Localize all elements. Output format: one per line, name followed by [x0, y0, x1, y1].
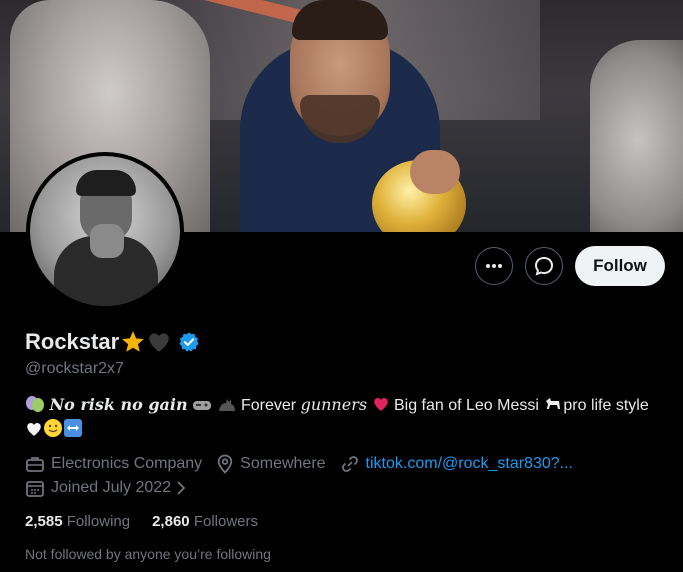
- left-right-arrow-emoji-icon: [64, 419, 82, 437]
- bio: 𝑵𝒐 𝒓𝒊𝒔𝒌 𝒏𝒐 𝒈𝒂𝒊𝒏 Forever 𝑔𝑢𝑛𝑛𝑒𝑟𝑠 Big fan …: [25, 393, 665, 443]
- followers-count: 2,860: [152, 513, 190, 530]
- banner-person-hair: [292, 0, 388, 40]
- more-button[interactable]: [475, 247, 513, 285]
- link-icon: [341, 456, 358, 472]
- display-name: Rockstar: [25, 329, 120, 354]
- bio-motto: 𝑵𝒐 𝒓𝒊𝒔𝒌 𝒏𝒐 𝒈𝒂𝒊𝒏: [49, 395, 188, 414]
- meta-location: Somewhere: [216, 454, 326, 474]
- star-emoji-icon: [122, 331, 144, 352]
- handle: @rockstar2x7: [25, 360, 124, 377]
- verified-badge-icon[interactable]: [178, 331, 200, 353]
- location-pin-icon: [217, 454, 233, 474]
- calendar-icon: [26, 481, 44, 497]
- black-heart-emoji-icon: [149, 333, 169, 352]
- followers-link[interactable]: 2,860 Followers: [152, 513, 258, 530]
- follow-stats: 2,585 Following 2,860 Followers: [25, 513, 280, 530]
- avatar-image: [30, 156, 180, 306]
- profile-link[interactable]: tiktok.com/@rock_star830?...: [366, 455, 573, 473]
- bio-text-messi: Big fan of Leo Messi: [389, 397, 544, 414]
- meta-joined[interactable]: Joined July 2022: [25, 479, 193, 497]
- avatar[interactable]: [26, 152, 184, 310]
- meta-link[interactable]: tiktok.com/@rock_star830?...: [340, 455, 573, 473]
- banner-seat-right: [590, 40, 683, 232]
- bio-text-forever: Forever: [241, 397, 301, 414]
- theater-masks-emoji-icon: [26, 396, 44, 412]
- following-link[interactable]: 2,585 Following: [25, 513, 130, 530]
- message-button[interactable]: [525, 247, 563, 285]
- chevron-right-icon: [177, 481, 186, 495]
- following-count: 2,585: [25, 513, 63, 530]
- banner-hand: [410, 150, 460, 194]
- avatar-hair: [76, 170, 136, 196]
- followers-label: Followers: [193, 513, 258, 530]
- display-name-row: Rockstar: [25, 327, 200, 357]
- following-label: Following: [66, 513, 131, 530]
- not-followed-note: Not followed by anyone you’re following: [25, 546, 271, 562]
- red-heart-emoji-icon: [373, 398, 388, 411]
- follow-button[interactable]: Follow: [575, 246, 665, 286]
- message-icon: [534, 256, 554, 276]
- joined-text: Joined July 2022: [51, 479, 172, 496]
- black-cat-emoji-icon: [218, 399, 235, 411]
- game-controller-emoji-icon: [193, 401, 212, 410]
- bio-gunners: 𝑔𝑢𝑛𝑛𝑒𝑟𝑠: [300, 395, 368, 414]
- goat-emoji-icon: [546, 398, 561, 409]
- avatar-hands: [90, 224, 124, 258]
- white-heart-emoji-icon: [27, 423, 41, 436]
- smiling-face-emoji-icon: [44, 419, 62, 437]
- location-text: Somewhere: [240, 455, 326, 472]
- bio-text-prolife: pro life style: [563, 397, 649, 414]
- briefcase-icon: [26, 457, 44, 472]
- meta-category: Electronics Company: [25, 455, 202, 473]
- category-text: Electronics Company: [51, 455, 203, 472]
- more-dots-icon: [486, 264, 502, 268]
- profile-meta: Electronics Company Somewhere tiktok.com…: [25, 452, 587, 500]
